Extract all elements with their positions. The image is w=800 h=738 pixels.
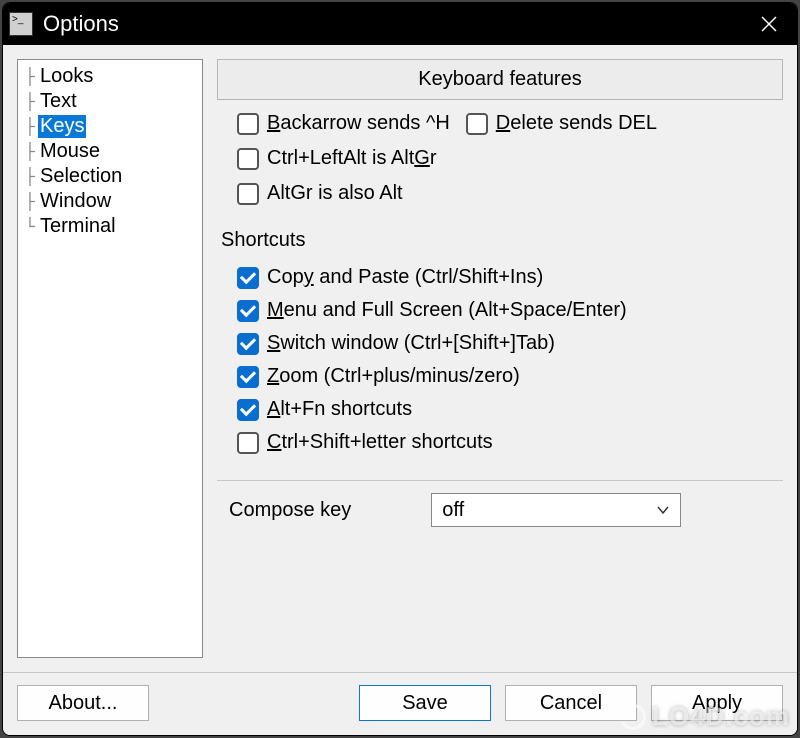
shortcut-check-5[interactable]: Ctrl+Shift+letter shortcuts (237, 431, 783, 454)
sidebar-item-text[interactable]: ├Text (22, 89, 198, 114)
about-button[interactable]: About... (17, 685, 149, 721)
check-label: Ctrl+Shift+letter shortcuts (267, 431, 493, 454)
apply-button[interactable]: Apply (651, 685, 783, 721)
tree-connector-icon: ├ (22, 92, 38, 111)
terminal-app-icon: >_ (9, 12, 33, 36)
compose-key-row: Compose key off (217, 480, 783, 531)
shortcut-check-0[interactable]: Copy and Paste (Ctrl/Shift+Ins) (237, 266, 783, 289)
tree-connector-icon: ├ (22, 192, 38, 211)
panel-group-title: Keyboard features (217, 59, 783, 100)
checkbox-icon (237, 366, 259, 388)
content-area: ├Looks├Text├Keys├Mouse├Selection├Window└… (3, 45, 797, 672)
check-ctrl-leftalt-altgr[interactable]: Ctrl+LeftAlt is AltGr (237, 147, 783, 170)
sidebar-item-label: Looks (38, 65, 95, 88)
titlebar: >_ Options (3, 3, 797, 45)
sidebar-item-keys[interactable]: ├Keys (22, 114, 198, 139)
window-title: Options (43, 11, 741, 37)
options-window: >_ Options ├Looks├Text├Keys├Mouse├Select… (2, 2, 798, 736)
checkbox-icon (237, 113, 259, 135)
sidebar-item-label: Mouse (38, 140, 102, 163)
check-label: Copy and Paste (Ctrl/Shift+Ins) (267, 266, 543, 289)
check-label: Zoom (Ctrl+plus/minus/zero) (267, 365, 520, 388)
tree-connector-icon: ├ (22, 117, 38, 136)
settings-panel: Keyboard features Backarrow sends ^H Del… (217, 59, 783, 658)
checkbox-icon (237, 300, 259, 322)
check-label: Alt+Fn shortcuts (267, 398, 412, 421)
sidebar-item-mouse[interactable]: ├Mouse (22, 139, 198, 164)
sidebar-item-selection[interactable]: ├Selection (22, 164, 198, 189)
save-button[interactable]: Save (359, 685, 491, 721)
close-button[interactable] (741, 3, 797, 45)
checkbox-icon (237, 148, 259, 170)
check-delete-del[interactable]: Delete sends DEL (466, 112, 657, 135)
sidebar-item-label: Window (38, 190, 113, 213)
shortcuts-list: Copy and Paste (Ctrl/Shift+Ins) Menu and … (217, 266, 783, 454)
category-tree[interactable]: ├Looks├Text├Keys├Mouse├Selection├Window└… (17, 59, 203, 658)
check-label: Switch window (Ctrl+[Shift+]Tab) (267, 332, 555, 355)
check-label: AltGr is also Alt (267, 182, 403, 205)
compose-key-value: off (442, 499, 464, 522)
sidebar-item-label: Selection (38, 165, 124, 188)
tree-connector-icon: ├ (22, 67, 38, 86)
close-icon (761, 16, 777, 32)
check-label: Delete sends DEL (496, 112, 657, 135)
check-label: Backarrow sends ^H (267, 112, 450, 135)
checkbox-icon (237, 267, 259, 289)
cancel-button[interactable]: Cancel (505, 685, 637, 721)
sidebar-item-label: Terminal (38, 215, 118, 238)
checkbox-icon (237, 183, 259, 205)
checkbox-icon (237, 333, 259, 355)
checkbox-icon (237, 399, 259, 421)
sidebar-item-window[interactable]: ├Window (22, 189, 198, 214)
tree-connector-icon: └ (22, 217, 38, 236)
shortcut-check-3[interactable]: Zoom (Ctrl+plus/minus/zero) (237, 365, 783, 388)
sidebar-item-label: Keys (38, 115, 86, 138)
dialog-footer: About... Save Cancel Apply (3, 672, 797, 735)
compose-key-select[interactable]: off (431, 493, 681, 527)
keyboard-check-row-1: Backarrow sends ^H Delete sends DEL (217, 112, 783, 135)
shortcut-check-2[interactable]: Switch window (Ctrl+[Shift+]Tab) (237, 332, 783, 355)
tree-connector-icon: ├ (22, 142, 38, 161)
sidebar-item-terminal[interactable]: └Terminal (22, 214, 198, 239)
checkbox-icon (466, 113, 488, 135)
checkbox-icon (237, 432, 259, 454)
check-backarrow-h[interactable]: Backarrow sends ^H (237, 112, 450, 135)
check-label: Menu and Full Screen (Alt+Space/Enter) (267, 299, 627, 322)
check-altgr-also-alt[interactable]: AltGr is also Alt (237, 182, 783, 205)
sidebar-item-looks[interactable]: ├Looks (22, 64, 198, 89)
compose-key-label: Compose key (229, 499, 351, 522)
chevron-down-icon (656, 502, 670, 518)
shortcuts-section-label: Shortcuts (217, 229, 783, 252)
shortcut-check-4[interactable]: Alt+Fn shortcuts (237, 398, 783, 421)
shortcut-check-1[interactable]: Menu and Full Screen (Alt+Space/Enter) (237, 299, 783, 322)
sidebar-item-label: Text (38, 90, 79, 113)
tree-connector-icon: ├ (22, 167, 38, 186)
check-label: Ctrl+LeftAlt is AltGr (267, 147, 437, 170)
